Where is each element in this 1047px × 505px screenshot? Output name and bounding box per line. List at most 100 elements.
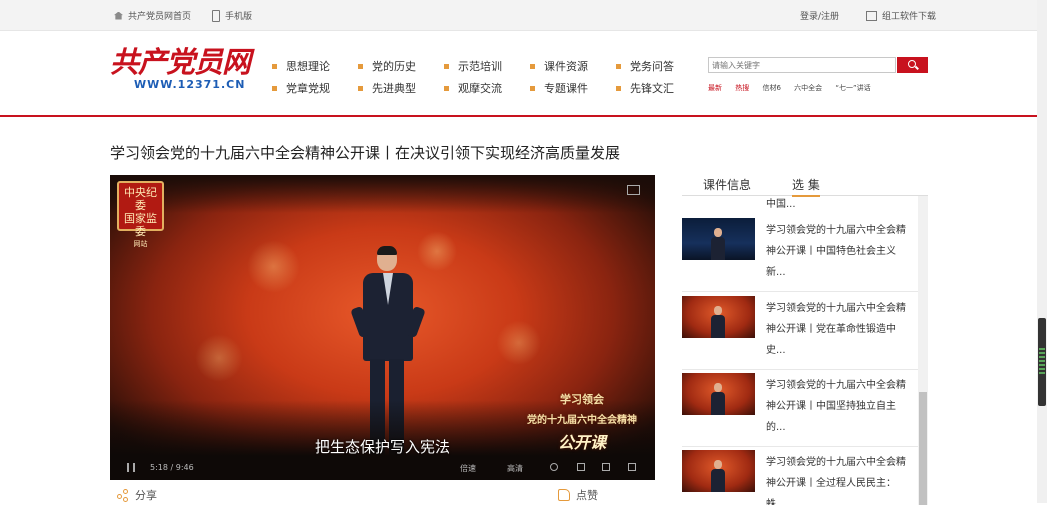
thumbs-up-icon [558,489,570,501]
page-scrollbar-thumb[interactable] [1038,318,1046,406]
nav-item[interactable]: 专题课件 [530,80,588,96]
login-link[interactable]: 登录/注册 [800,9,839,22]
nav-item-label: 专题课件 [544,82,588,95]
bullet-icon [272,85,277,91]
bullet-icon [530,85,535,91]
nav-item-label: 思想理论 [286,60,330,73]
nav-item[interactable]: 观摩交流 [444,80,502,96]
search-box [708,57,896,73]
phone-icon [212,9,220,22]
nav-item[interactable]: 党章党规 [272,80,330,96]
pause-icon[interactable] [127,463,135,472]
bullet-icon [530,63,535,69]
nav-item[interactable]: 党的历史 [358,58,416,74]
download-link-label: 组工软件下载 [882,12,937,22]
search-input[interactable] [709,58,895,72]
fullscreen-icon[interactable] [628,463,636,471]
share-button[interactable]: 分享 [117,487,157,503]
quality-button[interactable]: 高清 [507,463,523,474]
episode-item[interactable]: 学习领会党的十九届六中全会精神公开课丨党在革命性锻造中史... [682,292,918,370]
bullet-icon [358,63,363,69]
seal-line: 国家监委 [124,212,157,238]
video-time: 5:18 / 9:46 [150,463,194,472]
bullet-icon [444,85,449,91]
nav-item-label: 课件资源 [544,60,588,73]
episode-list: 中国... 学习领会党的十九届六中全会精神公开课丨中国特色社会主义新... 学习… [682,196,918,505]
download-link[interactable]: 组工软件下载 [866,9,936,22]
nav-item-label: 示范培训 [458,60,502,73]
panel-tabs: 课件信息 选 集 [682,175,928,197]
episode-list-scrollbar[interactable] [918,196,928,505]
nav-item[interactable]: 先锋文汇 [616,80,674,96]
home-icon [114,11,123,20]
like-label: 点赞 [576,489,598,502]
site-logo[interactable]: 共产党员网 WWW.12371.CN [110,45,251,96]
search-button[interactable] [897,57,928,73]
share-label: 分享 [135,489,157,502]
episode-list-scrollbar-thumb[interactable] [919,392,927,505]
like-button[interactable]: 点赞 [558,487,598,503]
video-player[interactable]: 中央纪委 国家监委 网站 学习领会 党的十九届六中全会精神 公开课 把生态保护写… [110,175,655,480]
page-title: 学习领会党的十九届六中全会精神公开课丨在决议引领下实现经济高质量发展 [110,144,621,162]
episode-item[interactable]: 学习领会党的十九届六中全会精神公开课丨全过程人民民主：蛛... [682,446,918,505]
mobile-link-label: 手机版 [225,12,253,22]
episode-title: 学习领会党的十九届六中全会精神公开课丨全过程人民民主：蛛... [766,457,906,505]
pip-icon[interactable] [627,185,640,195]
episode-item[interactable]: 学习领会党的十九届六中全会精神公开课丨中国坚持独立自主的... [682,369,918,447]
nav-item-label: 党务问答 [630,60,674,73]
header-divider [0,115,1037,117]
site-logo-name: 共产党员网 [110,45,251,79]
volume-icon[interactable] [577,463,585,471]
bullet-icon [444,63,449,69]
nav-item-label: 先锋文汇 [630,82,674,95]
nav-item[interactable]: 先进典型 [358,80,416,96]
video-controls: 5:18 / 9:46 倍速 高清 [110,454,655,480]
download-icon [866,10,877,21]
nav-item[interactable]: 课件资源 [530,58,588,74]
hot-keywords: 最新 热搜 信材6 六中全会 “七一”讲话 [708,83,882,93]
nav-item[interactable]: 思想理论 [272,58,330,74]
settings-icon[interactable] [550,463,558,471]
page-scrollbar[interactable] [1037,0,1047,503]
hot-keyword[interactable]: 信材6 [762,84,780,92]
episode-title: 学习领会党的十九届六中全会精神公开课丨党在革命性锻造中史... [766,303,906,356]
program-caption-line: 党的十九届六中全会精神 [527,415,637,426]
search-icon [908,60,916,68]
program-caption-line: 学习领会 [560,393,604,406]
bullet-icon [272,63,277,69]
tab-episodes[interactable]: 选 集 [792,176,820,197]
speed-button[interactable]: 倍速 [460,463,476,474]
nav-item[interactable]: 示范培训 [444,58,502,74]
nav-item-label: 党章党规 [286,82,330,95]
episode-thumbnail [682,373,755,415]
episode-title-fragment: 中国... [766,199,796,210]
episode-item[interactable]: 学习领会党的十九届六中全会精神公开课丨中国特色社会主义新... [682,214,918,292]
video-stage [110,175,655,213]
mobile-link[interactable]: 手机版 [212,9,252,22]
hot-keyword[interactable]: 热搜 [735,84,749,92]
home-link[interactable]: 共产党员网首页 [114,9,191,22]
bullet-icon [616,85,621,91]
nav-item-label: 党的历史 [372,60,416,73]
widescreen-icon[interactable] [602,463,610,471]
login-link-label: 登录/注册 [800,12,840,22]
episode-title: 学习领会党的十九届六中全会精神公开课丨中国坚持独立自主的... [766,380,906,433]
bullet-icon [616,63,621,69]
nav-item[interactable]: 党务问答 [616,58,674,74]
episode-panel: 课件信息 选 集 中国... 学习领会党的十九届六中全会精神公开课丨中国特色社会… [682,175,928,505]
top-bar: 共产党员网首页 手机版 登录/注册 组工软件下载 [0,0,1037,31]
episode-thumbnail [682,296,755,338]
hot-keyword[interactable]: 六中全会 [794,84,822,92]
site-logo-url: WWW.12371.CN [134,78,246,91]
seal-line: 中央纪委 [124,186,157,212]
hot-keyword[interactable]: 最新 [708,84,722,92]
episode-title: 学习领会党的十九届六中全会精神公开课丨中国特色社会主义新... [766,225,906,278]
bullet-icon [358,85,363,91]
episode-thumbnail [682,450,755,492]
home-link-label: 共产党员网首页 [128,12,192,22]
hot-keyword[interactable]: “七一”讲话 [835,84,870,92]
share-icon [117,489,129,501]
tab-course-info[interactable]: 课件信息 [703,176,751,193]
nav-item-label: 先进典型 [372,82,416,95]
episode-thumbnail [682,218,755,260]
